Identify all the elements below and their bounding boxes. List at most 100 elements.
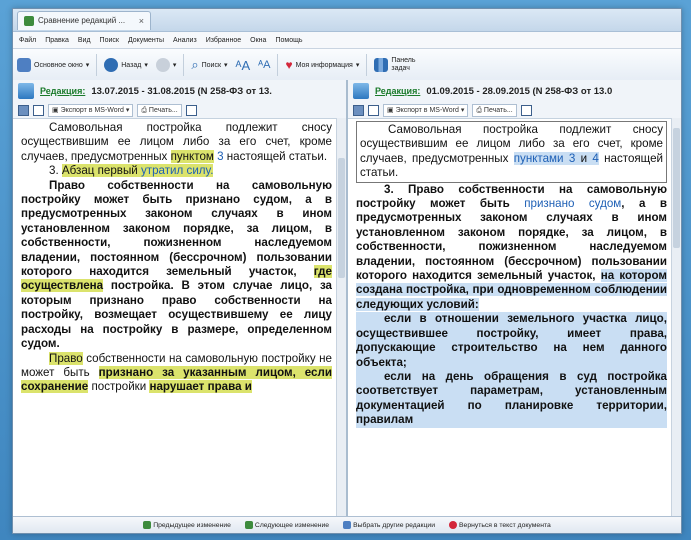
menu-file[interactable]: Файл (19, 37, 36, 44)
menu-documents[interactable]: Документы (128, 37, 164, 44)
toolbar-separator (366, 54, 368, 76)
search-label: Поиск (201, 61, 222, 69)
chevron-down-icon[interactable]: ▾ (144, 61, 148, 69)
toolbar-separator (183, 54, 185, 76)
back-button[interactable]: Назад ▾ (100, 53, 152, 77)
choose-editions-button[interactable]: Выбрать другие редакции (343, 521, 435, 529)
copy-icon[interactable] (520, 104, 532, 116)
paragraph: Право собственности на самовольную постр… (21, 178, 332, 351)
left-scrollbar[interactable] (336, 118, 346, 517)
toggle-icon[interactable] (368, 104, 379, 116)
paragraph: Право собственности на самовольную постр… (21, 351, 332, 394)
menu-edit[interactable]: Правка (45, 37, 69, 44)
title-bar: Сравнение редакций ... × (13, 9, 681, 32)
font-increase-button[interactable]: ᴬA (232, 53, 255, 77)
copy-icon[interactable] (185, 104, 197, 116)
export-label: Экспорт в MS-Word (395, 106, 459, 114)
article-link[interactable]: 3 (214, 150, 223, 163)
court-link[interactable]: признано судом (524, 197, 621, 210)
toggle-icon[interactable] (18, 104, 29, 116)
document-icon (18, 83, 34, 99)
main-toolbar: Основное окно ▾ Назад ▾ ▾ ⌕ Поиск ▾ ᴬA ᴬ… (13, 49, 681, 82)
left-export-button[interactable]: ▣ Экспорт в MS-Word ▾ (48, 103, 134, 117)
prev-change-label: Предыдущее изменение (153, 521, 231, 529)
right-edition-range: 01.09.2015 - 28.09.2015 (N 258-ФЗ от 13.… (426, 85, 613, 97)
article-link[interactable]: 3 (563, 151, 576, 165)
right-pane-toolbar: ▣ Экспорт в MS-Word ▾ ⎙ Печать... (348, 102, 681, 119)
chevron-down-icon[interactable]: ▾ (224, 61, 228, 69)
article-link[interactable]: 4 (587, 151, 599, 165)
editions-icon (343, 521, 352, 529)
choose-editions-label: Выбрать другие редакции (353, 521, 435, 529)
chevron-down-icon[interactable]: ▾ (173, 61, 177, 69)
left-print-button[interactable]: ⎙ Печать... (137, 103, 182, 117)
deleted-highlight: Абзац первый (61, 164, 138, 178)
right-edition-header: Редакция: 01.09.2015 - 28.09.2015 (N 258… (348, 80, 681, 102)
next-change-button[interactable]: Следующее изменение (244, 521, 329, 529)
return-to-document-button[interactable]: Вернуться в текст документа (449, 521, 551, 529)
added-paragraph: если в отношении земельного участка лицо… (356, 312, 667, 370)
app-icon (24, 15, 34, 26)
back-label: Назад (121, 61, 142, 69)
back-arrow-icon (104, 58, 119, 72)
deleted-highlight: утратил силу. (137, 164, 214, 178)
prev-change-button[interactable]: Предыдущее изменение (143, 521, 231, 529)
scroll-thumb[interactable] (338, 158, 345, 278)
chevron-down-icon[interactable]: ▾ (86, 61, 90, 69)
deleted-highlight: нарушает права и (149, 380, 252, 394)
menu-windows[interactable]: Окна (250, 37, 266, 44)
left-pane-toolbar: ▣ Экспорт в MS-Word ▾ ⎙ Печать... (13, 102, 346, 119)
right-edition-pane: Редакция: 01.09.2015 - 28.09.2015 (N 258… (347, 80, 681, 517)
menu-view[interactable]: Вид (78, 37, 91, 44)
heart-icon: ♥ (285, 58, 293, 72)
left-edition-range: 13.07.2015 - 31.08.2015 (N 258-ФЗ от 13. (91, 85, 272, 97)
prev-change-icon (143, 521, 152, 529)
comparison-panes: Редакция: 13.07.2015 - 31.08.2015 (N 258… (13, 80, 681, 517)
search-button[interactable]: ⌕ Поиск ▾ (187, 53, 231, 77)
home-icon (17, 58, 31, 72)
control-panel-button[interactable]: Панель задач (370, 53, 429, 77)
menu-analysis[interactable]: Анализ (173, 37, 197, 44)
left-edition-header: Редакция: 13.07.2015 - 31.08.2015 (N 258… (13, 80, 346, 102)
toolbar-separator (277, 54, 279, 76)
font-decrease-button[interactable]: ᴬA (254, 53, 274, 77)
font-decrease-icon: ᴬA (258, 59, 271, 71)
app-window: Сравнение редакций ... × Файл Правка Вид… (12, 8, 682, 534)
control-panel-label: Панель задач (391, 57, 416, 72)
scroll-thumb[interactable] (673, 128, 680, 248)
return-label: Вернуться в текст документа (459, 521, 551, 529)
main-window-button[interactable]: Основное окно ▾ (13, 53, 93, 77)
toggle-icon[interactable] (33, 104, 44, 116)
toggle-icon[interactable] (353, 104, 364, 116)
deleted-highlight: пунктом (170, 149, 214, 163)
toolbar-separator (96, 54, 98, 76)
menu-favorites[interactable]: Избранное (206, 37, 241, 44)
menu-help[interactable]: Помощь (275, 37, 302, 44)
document-icon (353, 83, 369, 99)
next-change-icon (244, 521, 253, 529)
right-document-text: Самовольная постройка подлежит сносу осу… (350, 118, 671, 517)
left-edition-link[interactable]: Редакция: (40, 86, 85, 96)
added-highlight: и (575, 151, 588, 165)
menu-search[interactable]: Поиск (100, 37, 119, 44)
tab-close-icon[interactable]: × (139, 16, 144, 26)
paragraph: 3. Право собственности на самовольную по… (356, 182, 667, 311)
my-info-button[interactable]: ♥ Моя информация ▾ (281, 53, 363, 77)
right-export-button[interactable]: ▣ Экспорт в MS-Word ▾ (383, 103, 469, 117)
export-label: Экспорт в MS-Word (60, 106, 124, 114)
deleted-highlight: Право (49, 351, 83, 365)
print-label: Печать... (483, 106, 513, 114)
right-edition-link[interactable]: Редакция: (375, 86, 420, 96)
my-info-label: Моя информация (295, 61, 353, 69)
added-highlight: пунктами (513, 151, 564, 165)
right-scrollbar[interactable] (671, 118, 681, 517)
left-edition-pane: Редакция: 13.07.2015 - 31.08.2015 (N 258… (13, 80, 347, 517)
paragraph: Самовольная постройка подлежит сносу осу… (21, 121, 332, 163)
left-document-text: Самовольная постройка подлежит сносу осу… (15, 118, 336, 517)
forward-button[interactable]: ▾ (152, 53, 181, 77)
document-tab[interactable]: Сравнение редакций ... × (17, 10, 151, 30)
print-label: Печать... (148, 106, 178, 114)
menu-bar: Файл Правка Вид Поиск Документы Анализ И… (13, 32, 681, 49)
right-print-button[interactable]: ⎙ Печать... (472, 103, 517, 117)
chevron-down-icon[interactable]: ▾ (356, 61, 360, 69)
